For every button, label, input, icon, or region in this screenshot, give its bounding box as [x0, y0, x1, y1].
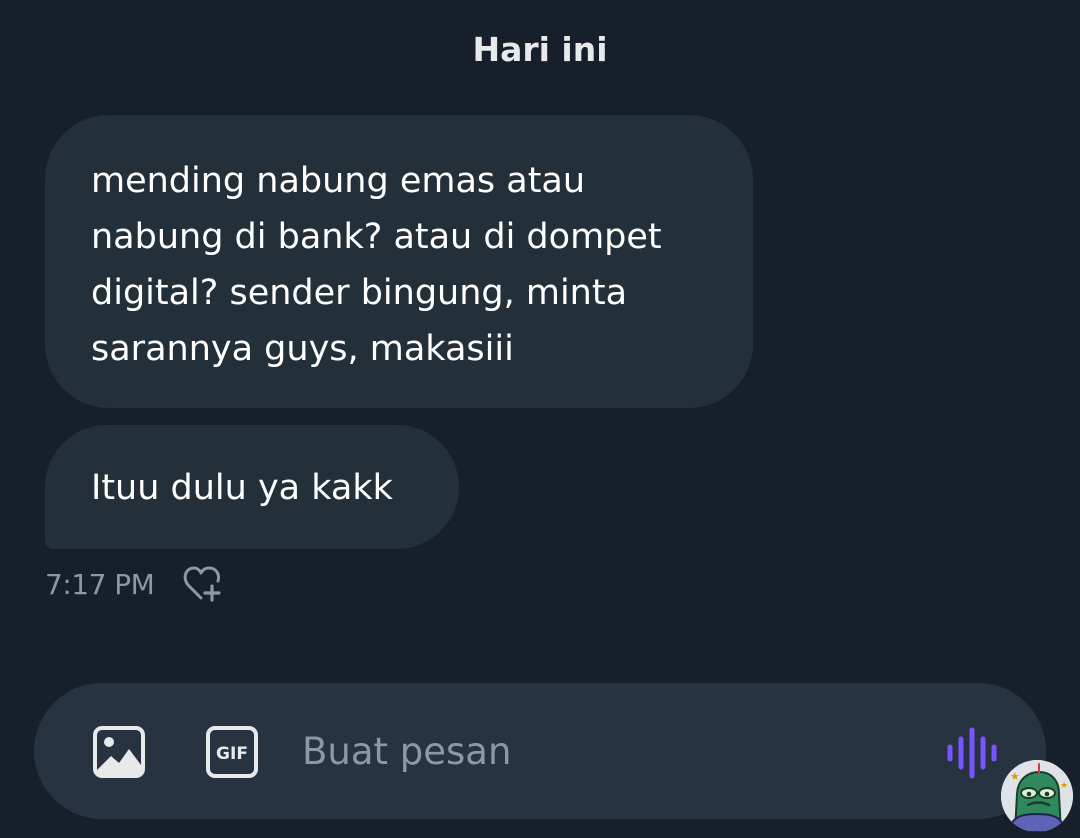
message-line: digital? sender bingung, minta	[91, 273, 628, 313]
user-avatar[interactable]: ★ ★	[1001, 760, 1073, 832]
message-line: sarannya guys, makasiii	[91, 329, 514, 369]
gif-icon[interactable]: GIF	[205, 725, 259, 779]
message-line: mending nabung emas atau	[91, 161, 586, 201]
message-meta: 7:17 PM	[45, 562, 224, 606]
date-separator: Hari ini	[472, 30, 608, 69]
message-timestamp: 7:17 PM	[45, 567, 155, 601]
dm-conversation-screen: Hari ini mending nabung emas atau nabung…	[0, 0, 1080, 838]
message-bubble[interactable]: Ituu dulu ya kakk	[45, 425, 459, 549]
message-line: nabung di bank? atau di dompet	[91, 217, 662, 257]
gif-icon-label: GIF	[216, 744, 248, 764]
message-line: Ituu dulu ya kakk	[91, 468, 393, 508]
message-input[interactable]	[302, 723, 902, 779]
message-composer: GIF	[34, 683, 1046, 819]
heart-plus-icon[interactable]	[180, 562, 224, 606]
svg-text:★: ★	[1060, 781, 1068, 791]
image-icon[interactable]	[92, 725, 146, 779]
message-bubble[interactable]: mending nabung emas atau nabung di bank?…	[45, 115, 753, 408]
avatar-character-icon: ★ ★	[1001, 760, 1073, 832]
svg-text:★: ★	[1010, 770, 1020, 783]
voice-waveform-icon[interactable]	[946, 727, 1002, 779]
